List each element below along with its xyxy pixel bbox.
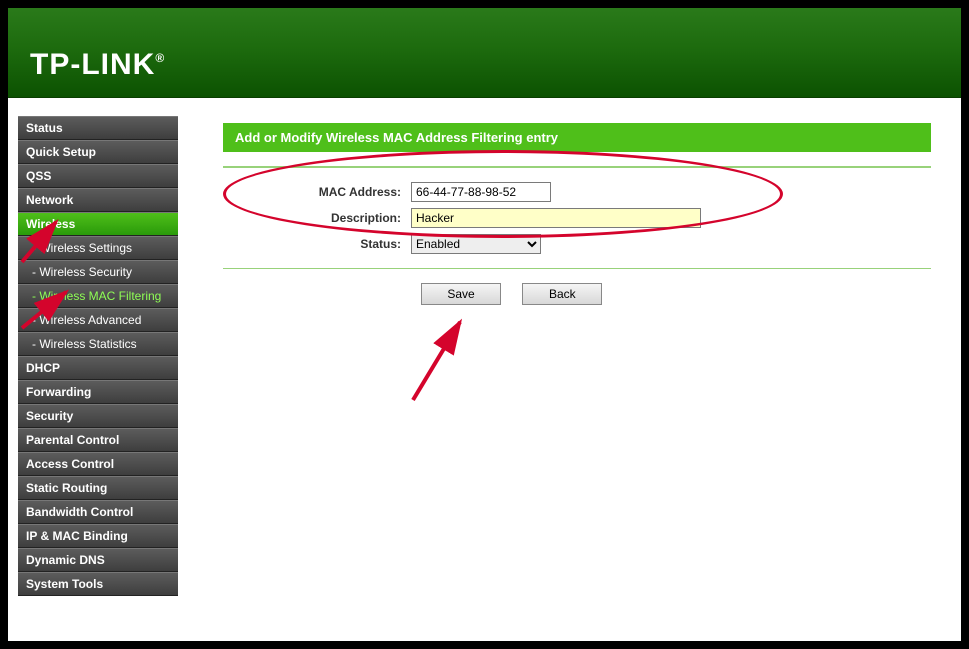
divider — [223, 166, 931, 168]
sidebar-item-wireless-advanced[interactable]: - Wireless Advanced — [18, 308, 178, 332]
sidebar-item-dynamic-dns[interactable]: Dynamic DNS — [18, 548, 178, 572]
sidebar-item-security[interactable]: Security — [18, 404, 178, 428]
sidebar-item-access-control[interactable]: Access Control — [18, 452, 178, 476]
label-mac: MAC Address: — [223, 185, 411, 199]
body-area: StatusQuick SetupQSSNetworkWireless- Wir… — [8, 98, 961, 641]
sidebar-item-dhcp[interactable]: DHCP — [18, 356, 178, 380]
divider — [223, 268, 931, 269]
label-status: Status: — [223, 237, 411, 251]
button-row: Save Back — [223, 283, 931, 305]
save-button[interactable]: Save — [421, 283, 501, 305]
sidebar-item-wireless-statistics[interactable]: - Wireless Statistics — [18, 332, 178, 356]
row-description: Description: — [223, 208, 931, 228]
main-panel: Add or Modify Wireless MAC Address Filte… — [178, 98, 961, 641]
status-select[interactable]: Enabled — [411, 234, 541, 254]
brand-text: TP-LINK — [30, 48, 155, 81]
sidebar-item-quick-setup[interactable]: Quick Setup — [18, 140, 178, 164]
description-input[interactable] — [411, 208, 701, 228]
sidebar-item-parental-control[interactable]: Parental Control — [18, 428, 178, 452]
sidebar-item-static-routing[interactable]: Static Routing — [18, 476, 178, 500]
mac-address-input[interactable] — [411, 182, 551, 202]
app-frame: TP-LINK® StatusQuick SetupQSSNetworkWire… — [7, 7, 962, 642]
sidebar-item-wireless-mac-filtering[interactable]: - Wireless MAC Filtering — [18, 284, 178, 308]
brand-logo: TP-LINK® — [30, 48, 165, 82]
row-status: Status: Enabled — [223, 234, 931, 254]
label-description: Description: — [223, 211, 411, 225]
sidebar: StatusQuick SetupQSSNetworkWireless- Wir… — [8, 98, 178, 641]
sidebar-list: StatusQuick SetupQSSNetworkWireless- Wir… — [18, 116, 178, 596]
sidebar-item-ip-mac-binding[interactable]: IP & MAC Binding — [18, 524, 178, 548]
sidebar-item-wireless-security[interactable]: - Wireless Security — [18, 260, 178, 284]
sidebar-item-status[interactable]: Status — [18, 116, 178, 140]
registered-icon: ® — [155, 51, 165, 65]
row-mac: MAC Address: — [223, 182, 931, 202]
sidebar-item-system-tools[interactable]: System Tools — [18, 572, 178, 596]
back-button[interactable]: Back — [522, 283, 602, 305]
sidebar-item-wireless-settings[interactable]: - Wireless Settings — [18, 236, 178, 260]
sidebar-item-bandwidth-control[interactable]: Bandwidth Control — [18, 500, 178, 524]
sidebar-item-forwarding[interactable]: Forwarding — [18, 380, 178, 404]
page-title: Add or Modify Wireless MAC Address Filte… — [223, 123, 931, 152]
sidebar-item-network[interactable]: Network — [18, 188, 178, 212]
sidebar-item-wireless[interactable]: Wireless — [18, 212, 178, 236]
sidebar-item-qss[interactable]: QSS — [18, 164, 178, 188]
header: TP-LINK® — [8, 8, 961, 98]
